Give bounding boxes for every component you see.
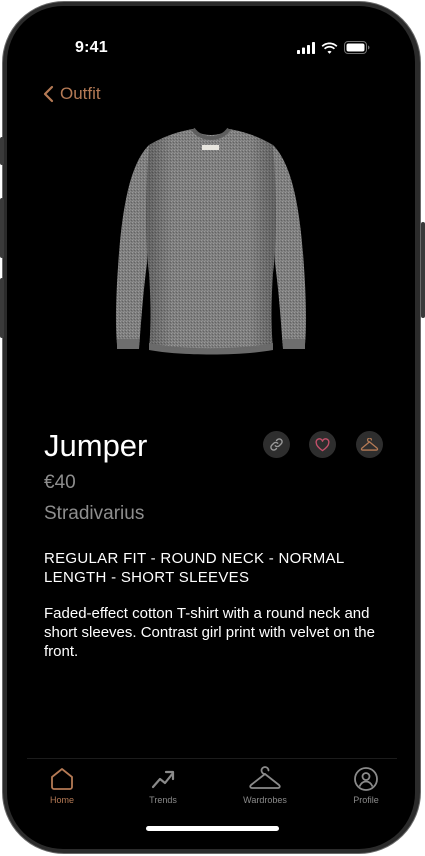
tab-profile-label: Profile xyxy=(353,795,379,805)
status-time: 9:41 xyxy=(75,39,108,56)
cellular-signal-icon xyxy=(297,41,315,54)
battery-icon xyxy=(344,41,370,54)
product-brand: Stradivarius xyxy=(44,503,145,524)
back-label: Outfit xyxy=(60,84,101,103)
home-icon xyxy=(51,768,73,790)
trend-icon xyxy=(151,770,175,789)
phone-screen: 9:41 Outfit Jumper €40 Stradivarius REGU… xyxy=(7,6,415,849)
back-button[interactable]: Outfit xyxy=(43,84,101,104)
status-icons xyxy=(297,41,371,54)
hanger-icon xyxy=(249,766,281,789)
favorite-button[interactable] xyxy=(309,431,336,458)
tab-wardrobes[interactable]: Wardrobes xyxy=(230,766,300,805)
heart-icon xyxy=(315,437,330,451)
hanger-icon xyxy=(360,437,379,451)
power-button xyxy=(421,222,425,318)
product-title: Jumper xyxy=(44,428,148,463)
tab-home-label: Home xyxy=(49,795,74,805)
product-price: €40 xyxy=(44,472,76,493)
wifi-icon xyxy=(321,42,338,54)
profile-icon xyxy=(354,767,378,791)
tab-home[interactable]: Home xyxy=(27,766,97,805)
home-indicator[interactable] xyxy=(146,826,279,831)
mute-switch xyxy=(0,137,4,165)
tab-wardrobes-label: Wardrobes xyxy=(243,795,287,805)
add-to-wardrobe-button[interactable] xyxy=(356,431,383,458)
product-description: Faded-effect cotton T-shirt with a round… xyxy=(44,605,375,660)
tab-profile[interactable]: Profile xyxy=(331,766,401,805)
tab-bar-divider xyxy=(27,758,397,759)
product-features: REGULAR FIT - ROUND NECK - NORMAL LENGTH… xyxy=(44,550,344,586)
volume-up-button xyxy=(0,198,4,258)
product-image xyxy=(115,127,307,355)
link-icon xyxy=(270,438,283,451)
chevron-left-icon xyxy=(43,85,54,103)
volume-down-button xyxy=(0,278,4,338)
tab-trends-label: Trends xyxy=(149,795,177,805)
tab-trends[interactable]: Trends xyxy=(128,766,198,805)
copy-link-button[interactable] xyxy=(263,431,290,458)
